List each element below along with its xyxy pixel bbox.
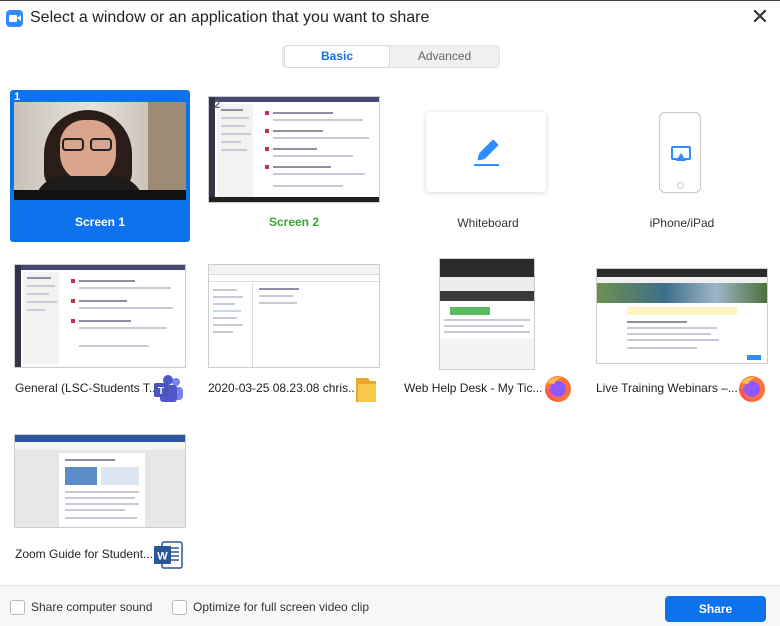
screen-1-thumbnail bbox=[14, 102, 186, 200]
window-thumbnail bbox=[14, 264, 186, 368]
window-label: Web Help Desk - My Tic... bbox=[404, 381, 542, 395]
share-mode-tabs: Basic Advanced bbox=[282, 45, 500, 68]
firefox-icon bbox=[739, 376, 765, 402]
screen-number: 2 bbox=[214, 99, 221, 111]
share-tile-window[interactable]: General (LSC-Students T... T bbox=[10, 258, 190, 408]
close-icon[interactable]: ✕ bbox=[748, 6, 772, 30]
window-label: General (LSC-Students T... bbox=[15, 381, 155, 395]
share-tile-screen-1[interactable]: 1 Screen 1 bbox=[10, 90, 190, 242]
firefox-icon bbox=[545, 376, 571, 402]
teams-icon: T bbox=[154, 375, 183, 402]
share-button[interactable]: Share bbox=[665, 596, 766, 622]
optimize-video-checkbox[interactable] bbox=[172, 600, 187, 615]
screen-2-thumbnail bbox=[208, 96, 380, 203]
window-label: 2020-03-25 08.23.08 chris... bbox=[208, 381, 354, 395]
tile-label: Screen 2 bbox=[268, 215, 320, 229]
svg-text:W: W bbox=[157, 551, 168, 563]
title-bar: Select a window or an application that y… bbox=[0, 0, 780, 34]
airplay-icon bbox=[671, 146, 691, 161]
svg-text:T: T bbox=[158, 386, 164, 397]
window-thumbnail bbox=[14, 434, 186, 528]
share-tile-window[interactable]: Zoom Guide for Student... W bbox=[10, 424, 190, 574]
whiteboard-label: Whiteboard bbox=[457, 216, 519, 230]
window-thumbnail bbox=[439, 258, 535, 370]
zoom-app-icon bbox=[6, 10, 23, 27]
tab-basic[interactable]: Basic bbox=[284, 45, 390, 68]
word-icon: W bbox=[154, 541, 183, 569]
share-sound-label[interactable]: Share computer sound bbox=[31, 600, 152, 614]
share-tile-window[interactable]: 2020-03-25 08.23.08 chris... bbox=[204, 258, 384, 408]
optimize-video-label[interactable]: Optimize for full screen video clip bbox=[193, 600, 369, 614]
share-sound-checkbox[interactable] bbox=[10, 600, 25, 615]
phone-outline bbox=[659, 112, 701, 193]
window-label: Zoom Guide for Student... bbox=[15, 547, 154, 561]
window-title: Select a window or an application that y… bbox=[30, 9, 430, 26]
share-tile-window[interactable]: Web Help Desk - My Tic... bbox=[398, 258, 578, 408]
window-thumbnail bbox=[208, 264, 380, 368]
share-tile-screen-2[interactable]: 2 Screen 2 bbox=[204, 90, 384, 242]
whiteboard-card bbox=[426, 112, 546, 192]
pen-icon bbox=[474, 139, 499, 166]
tile-label: Screen 1 bbox=[74, 215, 126, 229]
footer-bar: Share computer sound Optimize for full s… bbox=[0, 585, 780, 626]
folder-icon bbox=[356, 378, 376, 402]
iphone-ipad-label: iPhone/iPad bbox=[649, 216, 715, 230]
share-tile-window[interactable]: Live Training Webinars –... bbox=[592, 258, 772, 408]
window-label: Live Training Webinars –... bbox=[596, 381, 738, 395]
screen-number: 1 bbox=[14, 91, 21, 103]
window-thumbnail bbox=[596, 268, 768, 364]
phone-home-button bbox=[677, 182, 684, 189]
tab-advanced[interactable]: Advanced bbox=[390, 46, 499, 67]
